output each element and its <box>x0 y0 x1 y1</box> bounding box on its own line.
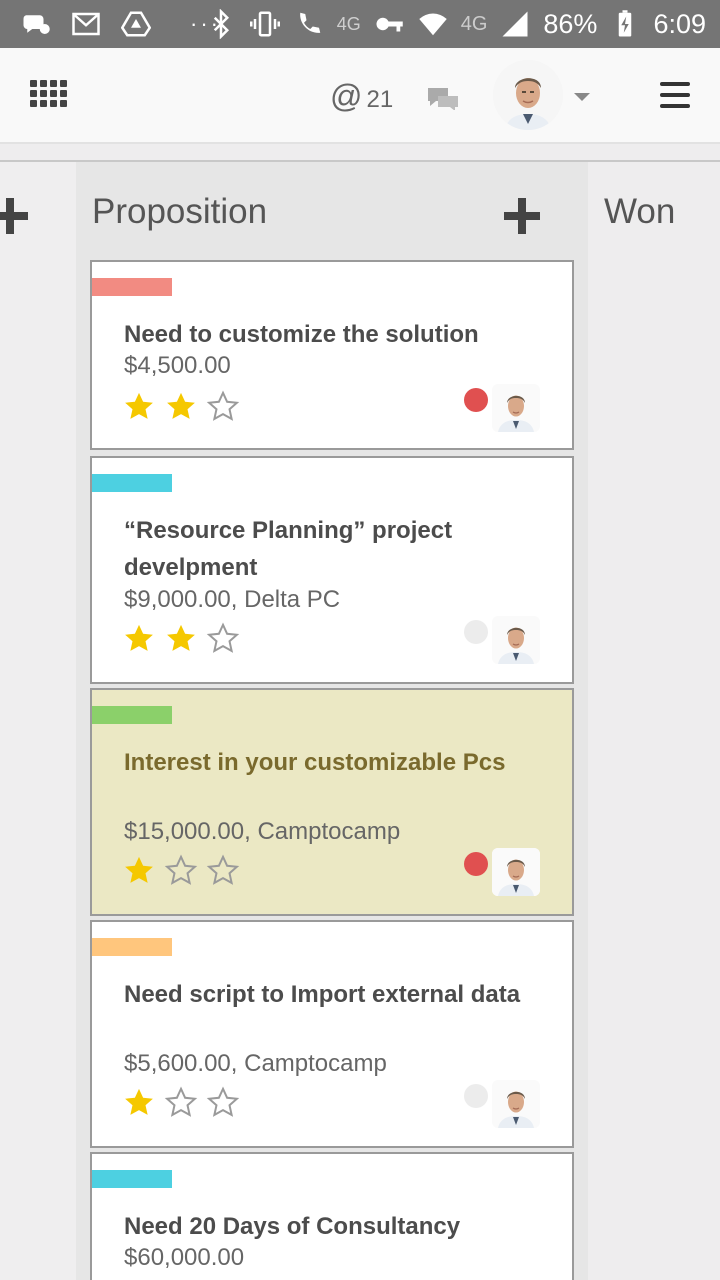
color-tag <box>92 706 172 724</box>
card-title: Need script to Import external data <box>124 981 521 1008</box>
priority-stars[interactable] <box>122 390 240 424</box>
star-empty-icon[interactable] <box>206 390 240 424</box>
star-filled-icon[interactable] <box>164 390 198 424</box>
assignee-avatar <box>492 848 540 896</box>
hamburger-menu-icon[interactable] <box>660 82 690 108</box>
key-icon <box>373 8 405 40</box>
priority-stars[interactable] <box>122 622 240 656</box>
assignee-avatar <box>492 616 540 664</box>
column-title: Won <box>604 192 676 231</box>
battery-percent: 86% <box>543 9 598 39</box>
card-title: Need 20 Days of Consultancy <box>124 1213 461 1240</box>
chat-icon[interactable] <box>426 86 460 110</box>
signal-icon <box>499 8 531 40</box>
at-icon: @ <box>330 78 363 114</box>
star-filled-icon[interactable] <box>122 854 156 888</box>
battery-charging-icon <box>609 8 641 40</box>
card-amount: $4,500.00 <box>124 352 231 379</box>
clock: 6:09 <box>653 9 706 39</box>
app-header: @ 21 <box>0 48 720 144</box>
kanban-column-won: Won <box>588 162 720 1280</box>
apps-grid-icon[interactable] <box>30 80 67 110</box>
opportunity-card[interactable]: Need 20 Days of Consultancy $60,000.00 <box>90 1152 574 1280</box>
card-title: Need to customize the solution <box>124 321 479 348</box>
mentions-counter[interactable]: @ 21 <box>330 78 393 115</box>
color-tag <box>92 278 172 296</box>
card-amount: $5,600.00, Camptocamp <box>124 1050 387 1077</box>
volte-call-icon <box>293 8 325 40</box>
status-dot[interactable] <box>464 388 488 412</box>
star-filled-icon[interactable] <box>122 622 156 656</box>
network-label: 4G <box>460 13 488 35</box>
opportunity-card[interactable]: “Resource Planning” project develpment $… <box>90 456 574 684</box>
chat-bubble-icon <box>20 8 52 40</box>
opportunity-card[interactable]: Need script to Import external data $5,6… <box>90 920 574 1148</box>
add-card-icon[interactable] <box>504 198 540 234</box>
status-bar: ··· 4G 4G 86% 6:09 <box>0 0 720 48</box>
star-empty-icon[interactable] <box>206 622 240 656</box>
status-dot[interactable] <box>464 620 488 644</box>
assignee-avatar <box>492 1080 540 1128</box>
gmail-icon <box>70 8 102 40</box>
vibrate-icon <box>249 8 281 40</box>
card-amount: $60,000.00 <box>124 1244 245 1271</box>
star-empty-icon[interactable] <box>206 1086 240 1120</box>
star-empty-icon[interactable] <box>164 1086 198 1120</box>
assignee-avatar <box>492 384 540 432</box>
kanban-column-previous <box>0 162 76 1280</box>
color-tag <box>92 1170 172 1188</box>
card-amount: $9,000.00, Delta PC <box>124 586 341 613</box>
dropdown-caret-icon[interactable] <box>574 93 590 101</box>
status-dot[interactable] <box>464 852 488 876</box>
kanban-column-proposition: Proposition Need to customize the soluti… <box>76 162 588 1280</box>
card-amount: $15,000.00, Camptocamp <box>124 818 401 845</box>
avatar[interactable] <box>493 60 563 130</box>
color-tag <box>92 474 172 492</box>
drive-icon <box>120 8 152 40</box>
star-filled-icon[interactable] <box>122 1086 156 1120</box>
column-title: Proposition <box>92 192 268 231</box>
star-empty-icon[interactable] <box>206 854 240 888</box>
opportunity-card[interactable]: Need to customize the solution $4,500.00 <box>90 260 574 450</box>
add-card-icon[interactable] <box>0 198 28 234</box>
opportunity-card[interactable]: Interest in your customizable Pcs $15,00… <box>90 688 574 916</box>
mention-count: 21 <box>366 86 394 113</box>
priority-stars[interactable] <box>122 1086 240 1120</box>
star-empty-icon[interactable] <box>164 854 198 888</box>
wifi-icon <box>417 8 449 40</box>
bluetooth-icon <box>205 8 237 40</box>
card-title: Interest in your customizable Pcs <box>124 749 506 776</box>
star-filled-icon[interactable] <box>164 622 198 656</box>
network-label-small: 4G <box>336 14 361 34</box>
card-title: “Resource Planning” project develpment <box>124 517 453 581</box>
color-tag <box>92 938 172 956</box>
star-filled-icon[interactable] <box>122 390 156 424</box>
priority-stars[interactable] <box>122 854 240 888</box>
status-dot[interactable] <box>464 1084 488 1108</box>
